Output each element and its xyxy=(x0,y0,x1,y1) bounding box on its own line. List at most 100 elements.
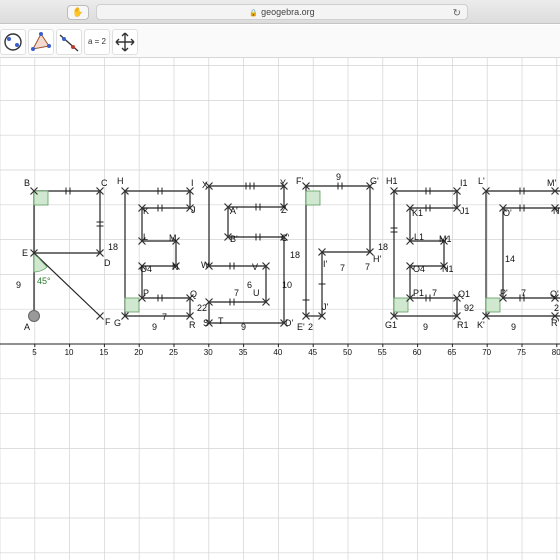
circle-tool-button[interactable] xyxy=(0,29,26,55)
graphics-view[interactable]: 5 10 15 20 25 30 35 40 45 50 55 60 65 70 75 80 B C H I X Y F' G… xyxy=(0,58,560,560)
length-measure: 9 xyxy=(152,322,157,332)
length-measure: 18 xyxy=(290,250,300,260)
length-measure: 18 xyxy=(108,242,118,252)
point-label: H1 xyxy=(386,176,398,186)
point-label: E xyxy=(22,248,28,258)
x-tick-label: 15 xyxy=(99,348,108,357)
point-label: G1 xyxy=(385,320,397,330)
point-label: T xyxy=(218,316,224,326)
point-label: K xyxy=(143,206,149,216)
point-label: I' xyxy=(323,259,328,269)
point-label: O4 xyxy=(140,264,152,274)
angle-arc-45 xyxy=(33,251,48,273)
point-label: N1 xyxy=(442,264,454,274)
point-label: U xyxy=(253,288,260,298)
point-label: H' xyxy=(373,254,381,264)
point-label: P xyxy=(143,288,149,298)
point-label: V xyxy=(252,262,258,272)
geogebra-toolbar: a = 2 xyxy=(0,25,560,58)
point-label: K' xyxy=(477,320,485,330)
length-measure: 6 xyxy=(247,280,252,290)
point-label: M1 xyxy=(439,234,452,244)
right-angle-marker xyxy=(485,297,501,313)
length-measure: 7 xyxy=(365,262,370,272)
triangle-icon xyxy=(31,32,51,51)
point-label: J1 xyxy=(460,206,470,216)
x-tick-label: 75 xyxy=(517,348,526,357)
length-measure: 14 xyxy=(505,254,515,264)
point-label: B xyxy=(24,178,30,188)
point-label: J xyxy=(191,205,196,215)
point-label: Q' xyxy=(550,289,559,299)
point-label: J' xyxy=(322,302,329,312)
x-tick-label: 80 xyxy=(552,348,560,357)
point-label: P1 xyxy=(413,288,424,298)
point-label: Q1 xyxy=(458,289,470,299)
point-label: Z xyxy=(281,205,287,215)
point-label: N xyxy=(172,262,179,272)
lock-icon: 🔒 xyxy=(249,10,259,17)
point-label: K1 xyxy=(412,208,423,218)
geometry-canvas[interactable]: 5 10 15 20 25 30 35 40 45 50 55 60 65 70 75 80 B C H I X Y F' G… xyxy=(0,58,560,560)
point-label: S xyxy=(203,318,209,328)
length-measure: 9 xyxy=(336,172,341,182)
right-angle-marker xyxy=(124,297,140,313)
length-measure: 2 xyxy=(554,303,559,313)
x-tick-label: 10 xyxy=(65,348,74,357)
move-view-tool-button[interactable] xyxy=(112,29,138,55)
point-label: A xyxy=(24,322,30,332)
line-with-points-icon xyxy=(59,34,79,52)
length-measure: 7 xyxy=(234,288,239,298)
point-label: F' xyxy=(296,176,303,186)
point-a-marker xyxy=(28,310,40,322)
extension-button[interactable]: ✋ xyxy=(67,5,89,20)
x-tick-label: 5 xyxy=(32,348,37,357)
x-tick-label: 45 xyxy=(308,348,317,357)
length-measure: 2 xyxy=(197,303,202,313)
length-measure: 7 xyxy=(162,312,167,322)
point-label: N' xyxy=(553,206,560,216)
point-label: M' xyxy=(547,178,556,188)
point-label: Q xyxy=(190,289,197,299)
length-measure: 9 xyxy=(241,322,246,332)
x-tick-label: 35 xyxy=(239,348,248,357)
line-tool-button[interactable] xyxy=(56,29,82,55)
point-label: G' xyxy=(370,176,379,186)
slider-tool-label: a = 2 xyxy=(87,37,106,46)
point-label: L1 xyxy=(414,232,424,242)
length-measure: 18 xyxy=(378,242,388,252)
x-tick-label: 30 xyxy=(204,348,213,357)
length-measure: 10 xyxy=(282,280,292,290)
point-label: G xyxy=(114,318,121,328)
reload-icon[interactable]: ↻ xyxy=(453,6,461,21)
point-label: L' xyxy=(478,176,485,186)
url-text: geogebra.org xyxy=(261,7,315,17)
point-label: H xyxy=(117,176,124,186)
length-measure: 2 xyxy=(202,303,207,313)
point-label: R1 xyxy=(457,320,469,330)
x-tick-label: 25 xyxy=(169,348,178,357)
x-tick-label: 40 xyxy=(273,348,282,357)
point-label: R xyxy=(189,320,196,330)
right-angle-marker xyxy=(393,297,409,313)
point-label: E' xyxy=(297,322,305,332)
x-tick-label: 65 xyxy=(447,348,456,357)
length-measure: 9 xyxy=(16,280,21,290)
x-tick-label: 70 xyxy=(482,348,491,357)
x-tick-label: 60 xyxy=(413,348,422,357)
point-label: D' xyxy=(285,318,293,328)
hand-icon: ✋ xyxy=(72,7,84,17)
point-label: X xyxy=(202,180,208,190)
point-label: L xyxy=(143,232,148,242)
circle-with-points-icon xyxy=(4,33,22,51)
point-label: B' xyxy=(230,234,238,244)
length-measure: 7 xyxy=(340,263,345,273)
point-label: O4 xyxy=(413,264,425,274)
angle-measure: 45° xyxy=(37,276,51,286)
move-arrows-icon xyxy=(115,32,135,52)
slider-tool-button[interactable]: a = 2 xyxy=(84,29,110,55)
length-measure: 9 xyxy=(511,322,516,332)
point-label: C xyxy=(101,178,108,188)
address-bar[interactable]: 🔒 geogebra.org ↻ xyxy=(96,4,468,20)
polygon-tool-button[interactable] xyxy=(28,29,54,55)
